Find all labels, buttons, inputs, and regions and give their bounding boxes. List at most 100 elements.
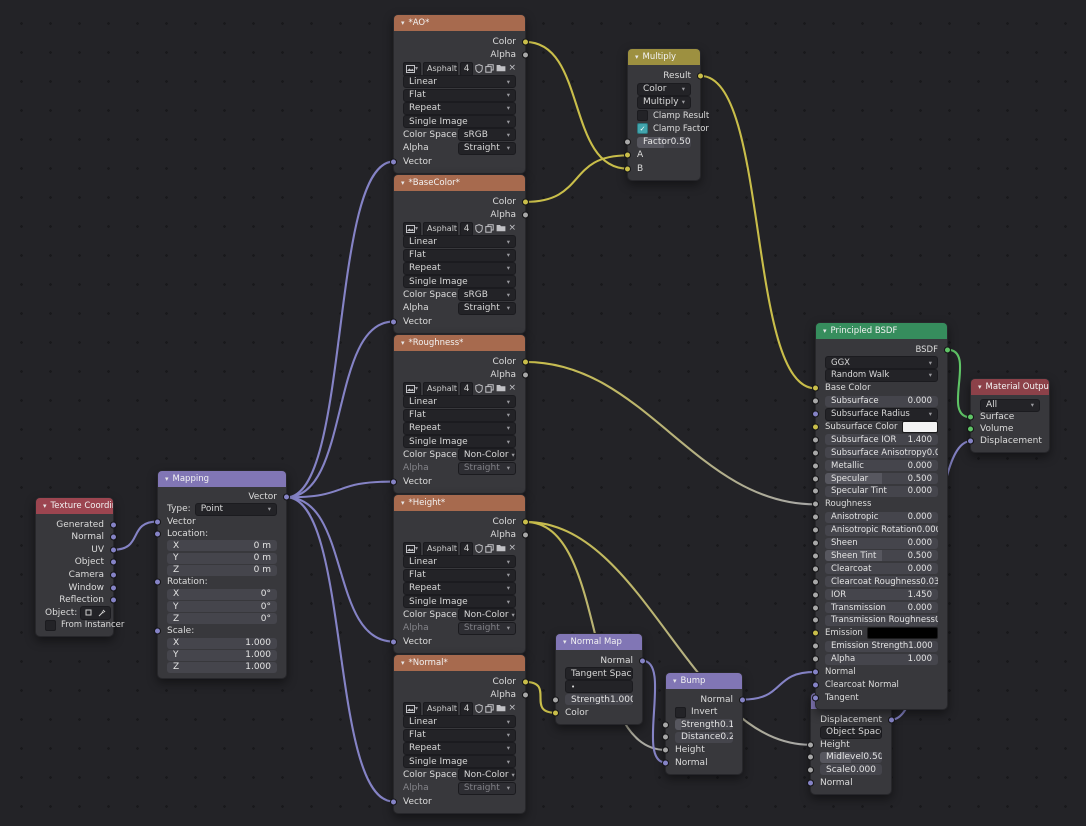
- subsurface-color-swatch[interactable]: [902, 421, 939, 433]
- socket-bsdf-out[interactable]: [944, 346, 951, 353]
- subsurface-ior-slider[interactable]: Subsurface IOR1.400: [825, 434, 938, 445]
- node-header[interactable]: ▾ Mapping: [158, 471, 286, 487]
- blend-mode-dropdown[interactable]: Multiply▾: [637, 96, 691, 109]
- socket-normal[interactable]: [110, 534, 117, 541]
- extension-dropdown[interactable]: Repeat▾: [403, 422, 516, 435]
- socket-vector-out[interactable]: [283, 494, 290, 501]
- node-image-texture[interactable]: ▾ *AO* Color Alpha ▾ Asphalt024... 4 × L…: [393, 14, 526, 174]
- subsurface-slider[interactable]: Subsurface0.000: [825, 396, 938, 407]
- collapse-icon[interactable]: ▾: [563, 638, 567, 646]
- socket-clearcoat-roughness-in[interactable]: [812, 578, 819, 585]
- extension-dropdown[interactable]: Repeat▾: [403, 742, 516, 755]
- projection-dropdown[interactable]: Flat▾: [403, 409, 516, 422]
- socket-result-out[interactable]: [697, 72, 704, 79]
- socket-emission-strength-in[interactable]: [812, 643, 819, 650]
- image-name-field[interactable]: Asphalt0...: [423, 542, 458, 556]
- socket-displacement-in[interactable]: [967, 438, 974, 445]
- socket-normal-in[interactable]: [807, 779, 814, 786]
- node-image-texture[interactable]: ▾ *Roughness* Color Alpha ▾ Asphalt0... …: [393, 334, 526, 494]
- users-count-button[interactable]: 4: [460, 222, 474, 236]
- socket-subsurface-anisotropy-in[interactable]: [812, 449, 819, 456]
- socket-rotation[interactable]: [154, 579, 161, 586]
- node-header[interactable]: ▾ *Roughness*: [394, 335, 525, 351]
- socket-transmission-in[interactable]: [812, 604, 819, 611]
- collapse-icon[interactable]: ▾: [401, 179, 405, 187]
- node-header[interactable]: ▾ Material Output: [971, 379, 1049, 395]
- fake-user-button[interactable]: [475, 224, 483, 233]
- users-count-button[interactable]: 4: [460, 702, 474, 716]
- strength-slider[interactable]: Strength0.100: [675, 719, 733, 730]
- projection-dropdown[interactable]: Flat▾: [403, 729, 516, 742]
- sheen-slider[interactable]: Sheen0.000: [825, 538, 938, 549]
- node-header[interactable]: ▾ *AO*: [394, 15, 525, 31]
- image-browse-button[interactable]: ▾: [403, 222, 421, 236]
- image-browse-button[interactable]: ▾: [403, 62, 421, 76]
- collapse-icon[interactable]: ▾: [165, 475, 169, 483]
- alpha-mode-dropdown[interactable]: Straight▾: [458, 782, 516, 795]
- socket-specular-in[interactable]: [812, 475, 819, 482]
- clearcoat-slider[interactable]: Clearcoat0.000: [825, 563, 938, 574]
- node-normal-map[interactable]: ▾ Normal Map Normal Tangent Space▾ • Str…: [555, 633, 643, 725]
- eyedropper-icon[interactable]: [98, 609, 106, 617]
- socket-color-out[interactable]: [522, 358, 529, 365]
- sheen-tint-slider[interactable]: Sheen Tint0.500: [825, 550, 938, 561]
- collapse-icon[interactable]: ▾: [673, 677, 677, 685]
- socket-transmission-roughness-in[interactable]: [812, 617, 819, 624]
- open-image-button[interactable]: [496, 704, 506, 712]
- socket-ior-in[interactable]: [812, 591, 819, 598]
- socket-distance-in[interactable]: [662, 734, 669, 741]
- alpha-mode-dropdown[interactable]: Straight▾: [458, 622, 516, 635]
- data-type-dropdown[interactable]: Color▾: [637, 83, 691, 96]
- space-dropdown[interactable]: Object Space▾: [820, 726, 882, 739]
- object-picker[interactable]: [80, 606, 111, 620]
- image-name-field[interactable]: Asphalt0...: [423, 382, 458, 396]
- collapse-icon[interactable]: ▾: [978, 383, 982, 391]
- socket-anisotropic-in[interactable]: [812, 514, 819, 521]
- socket-alpha-out[interactable]: [522, 532, 529, 539]
- image-name-field[interactable]: Asphalt024...: [423, 62, 458, 76]
- users-count-button[interactable]: 4: [460, 382, 474, 396]
- clearcoat-roughness-slider[interactable]: Clearcoat Roughness0.030: [825, 576, 938, 587]
- emission-color-swatch[interactable]: [867, 627, 938, 639]
- socket-a-in[interactable]: [624, 152, 631, 159]
- specular-slider[interactable]: Specular0.500: [825, 473, 938, 484]
- socket-subsurface-ior-in[interactable]: [812, 436, 819, 443]
- node-header[interactable]: ▾ Bump: [666, 673, 742, 689]
- source-dropdown[interactable]: Single Image▾: [403, 275, 516, 288]
- socket-metallic-in[interactable]: [812, 462, 819, 469]
- socket-base-color-in[interactable]: [812, 385, 819, 392]
- socket-sheen-in[interactable]: [812, 540, 819, 547]
- socket-strength-in[interactable]: [552, 696, 559, 703]
- socket-vector-in[interactable]: [390, 478, 397, 485]
- scale-y-field[interactable]: Y1.000: [167, 650, 277, 661]
- socket-b-in[interactable]: [624, 165, 631, 172]
- socket-color-out[interactable]: [522, 38, 529, 45]
- socket-height-in[interactable]: [807, 741, 814, 748]
- subsurface-radius-dropdown[interactable]: Subsurface Radius▾: [825, 408, 938, 421]
- collapse-icon[interactable]: ▾: [401, 499, 405, 507]
- unlink-image-button[interactable]: ×: [508, 63, 516, 73]
- socket-subsurface-in[interactable]: [812, 398, 819, 405]
- source-dropdown[interactable]: Single Image▾: [403, 595, 516, 608]
- subsurface-anisotropy-slider[interactable]: Subsurface Anisotropy0.000: [825, 447, 938, 458]
- specular-tint-slider[interactable]: Specular Tint0.000: [825, 486, 938, 497]
- fake-user-button[interactable]: [475, 384, 483, 393]
- collapse-icon[interactable]: ▾: [401, 659, 405, 667]
- image-name-field[interactable]: Asphalt02...: [423, 702, 458, 716]
- fake-user-button[interactable]: [475, 64, 483, 73]
- anisotropic-rotation-slider[interactable]: Anisotropic Rotation0.000: [825, 525, 938, 536]
- node-header[interactable]: ▾ Principled BSDF: [816, 323, 947, 339]
- node-header[interactable]: ▾ Texture Coordinate: [36, 498, 113, 514]
- socket-clearcoat-normal-in[interactable]: [812, 681, 819, 688]
- image-name-field[interactable]: Asphalt02...: [423, 222, 458, 236]
- interpolation-dropdown[interactable]: Linear▾: [403, 555, 516, 568]
- color-space-dropdown[interactable]: Non-Color▾: [458, 608, 516, 621]
- socket-displacement-out[interactable]: [888, 716, 895, 723]
- socket-anisotropic-rotation-in[interactable]: [812, 527, 819, 534]
- socket-midlevel-in[interactable]: [807, 754, 814, 761]
- metallic-slider[interactable]: Metallic0.000: [825, 460, 938, 471]
- open-image-button[interactable]: [496, 544, 506, 552]
- uv-map-field[interactable]: •: [565, 680, 633, 693]
- socket-vector-in[interactable]: [390, 798, 397, 805]
- space-dropdown[interactable]: Tangent Space▾: [565, 667, 633, 680]
